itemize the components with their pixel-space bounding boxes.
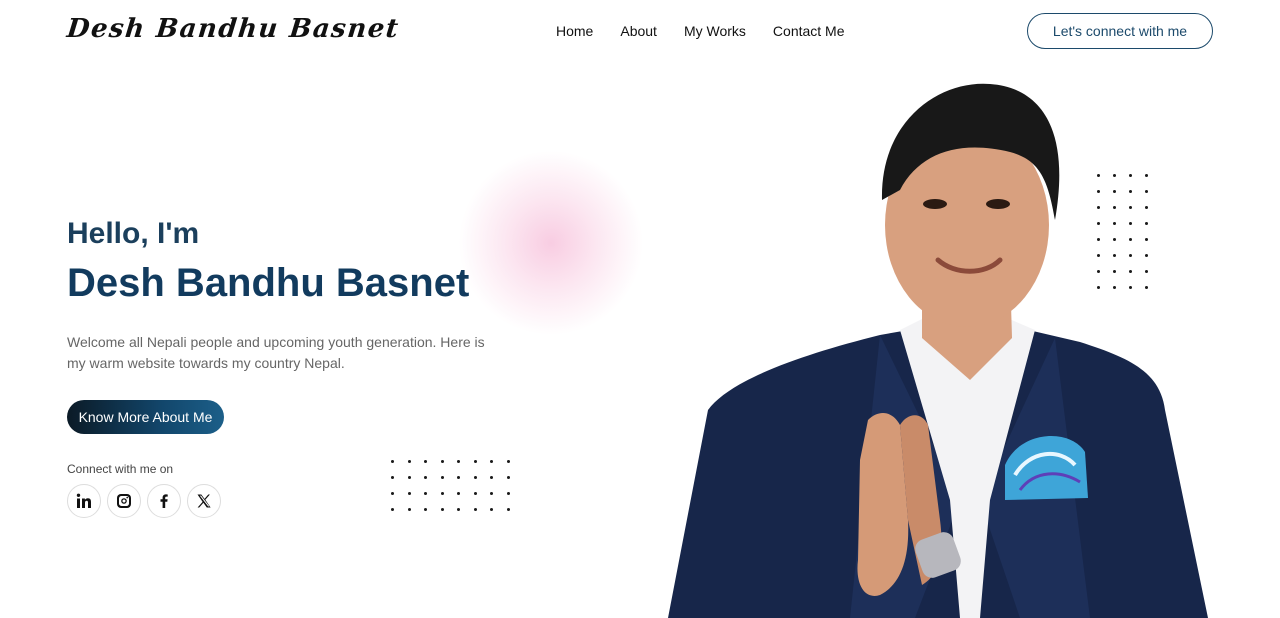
decorative-dot xyxy=(457,508,460,511)
main-nav: Home About My Works Contact Me xyxy=(556,23,845,39)
decorative-dot xyxy=(506,460,510,463)
hero-welcome-text: Welcome all Nepali people and upcoming y… xyxy=(67,334,485,371)
decorative-dot xyxy=(391,460,394,463)
decorative-dot xyxy=(440,460,444,463)
decorative-dot xyxy=(473,476,477,479)
instagram-icon[interactable] xyxy=(107,484,141,518)
portrait-image xyxy=(668,83,1208,618)
decorative-dot xyxy=(440,476,444,479)
connect-button[interactable]: Let's connect with me xyxy=(1027,13,1213,49)
decorative-dot xyxy=(391,476,394,479)
decorative-dot xyxy=(506,508,510,511)
know-more-button[interactable]: Know More About Me xyxy=(67,400,224,434)
decorative-dot-grid-left xyxy=(391,460,510,511)
decorative-dot xyxy=(424,460,427,463)
decorative-dot xyxy=(457,460,460,463)
decorative-dot xyxy=(424,492,427,495)
decorative-dot xyxy=(391,508,394,511)
nav-contact-me[interactable]: Contact Me xyxy=(773,23,845,39)
decorative-dot xyxy=(473,460,477,463)
decorative-dot xyxy=(407,508,411,511)
decorative-dot xyxy=(506,476,510,479)
decorative-dot xyxy=(506,492,510,495)
site-logo[interactable]: Desh Bandhu Basnet xyxy=(65,14,401,44)
decorative-dot xyxy=(407,476,411,479)
decorative-dot xyxy=(473,508,477,511)
connect-label: Connect with me on xyxy=(67,462,174,476)
decorative-dot xyxy=(407,460,411,463)
decorative-dot xyxy=(490,492,493,495)
site-header: Desh Bandhu Basnet Home About My Works C… xyxy=(0,0,1280,64)
linkedin-icon[interactable] xyxy=(67,484,101,518)
facebook-icon[interactable] xyxy=(147,484,181,518)
hero-name: Desh Bandhu Basnet xyxy=(67,261,470,305)
decorative-dot xyxy=(440,492,444,495)
decorative-dot xyxy=(407,492,411,495)
social-links xyxy=(67,484,221,518)
decorative-dot xyxy=(473,492,477,495)
decorative-dot xyxy=(457,492,460,495)
decorative-dot xyxy=(457,476,460,479)
decorative-dot xyxy=(440,508,444,511)
decorative-dot xyxy=(490,460,493,463)
decorative-glow xyxy=(458,150,644,336)
decorative-dot xyxy=(490,476,493,479)
nav-home[interactable]: Home xyxy=(556,23,593,39)
nav-my-works[interactable]: My Works xyxy=(684,23,746,39)
decorative-dot xyxy=(391,492,394,495)
hero-greeting: Hello, I'm xyxy=(67,217,200,250)
decorative-dot xyxy=(490,508,493,511)
decorative-dot xyxy=(424,508,427,511)
decorative-dot xyxy=(424,476,427,479)
nav-about[interactable]: About xyxy=(620,23,657,39)
x-icon[interactable] xyxy=(187,484,221,518)
